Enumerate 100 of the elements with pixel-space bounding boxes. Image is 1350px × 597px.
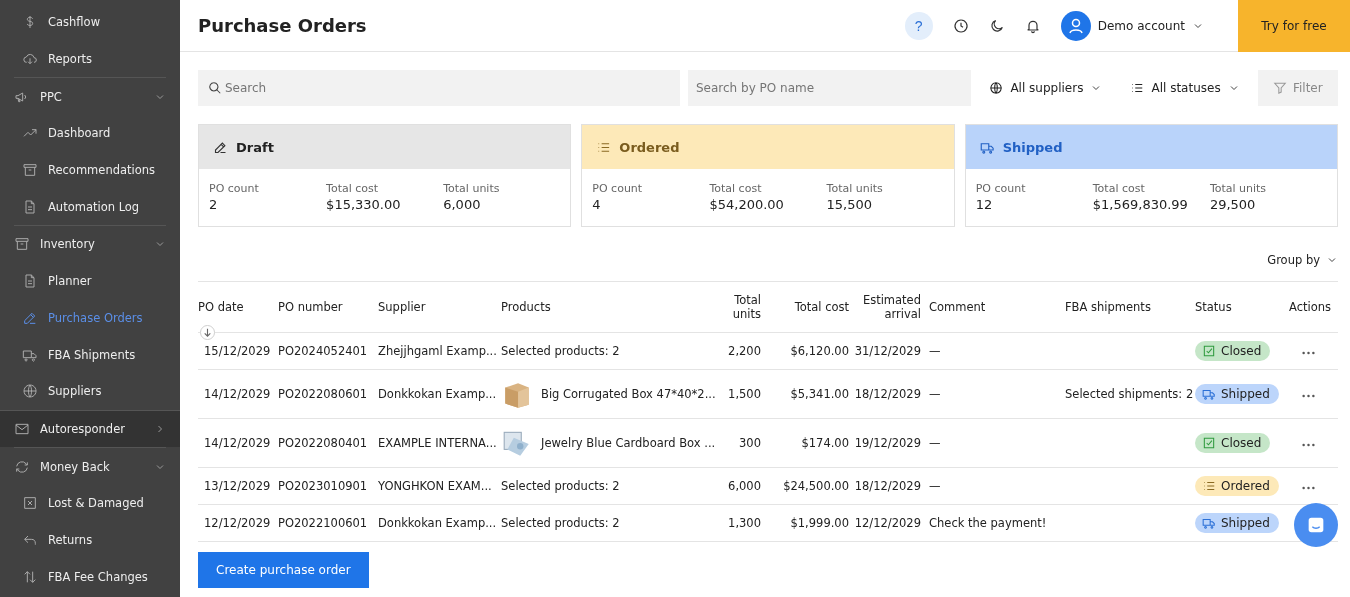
avatar-icon <box>1060 10 1091 41</box>
truck-icon <box>1202 387 1216 401</box>
nav-group[interactable]: Money Back <box>14 447 166 485</box>
suppliers-dropdown[interactable]: All suppliers <box>979 81 1113 95</box>
po-name-field[interactable]: Search by PO name <box>688 70 972 106</box>
table-cell-text: 1,300 <box>727 516 761 530</box>
create-order-button[interactable]: Create purchase order <box>198 551 369 588</box>
stat-label: Total cost <box>709 182 763 195</box>
table-cell-text: EXAMPLE INTERNA... <box>378 436 498 450</box>
table-cell-text: PO2022080401 <box>278 436 369 450</box>
stat-label: PO count <box>975 182 1027 195</box>
stat-label: Total cost <box>326 182 380 195</box>
table-cell-text: 6,000 <box>727 479 761 493</box>
nav-item[interactable]: Dashboard <box>0 115 180 152</box>
status-badge: Closed <box>1195 341 1271 361</box>
archive-icon <box>22 162 38 179</box>
nav-item[interactable]: Suppliers <box>0 372 180 410</box>
account-menu[interactable]: Demo account <box>1060 10 1204 41</box>
globe-icon <box>22 383 38 400</box>
stat-label: Total units <box>826 182 884 195</box>
table-cell-text: 2,200 <box>727 344 761 358</box>
table-cell-text: Donkkokan Examp... <box>378 387 498 401</box>
column-header[interactable]: Total cost <box>761 300 849 314</box>
nav-item[interactable]: FBA Fee Changes <box>0 558 180 595</box>
nav-item[interactable]: Recommendations <box>0 151 180 189</box>
card-title: Draft <box>236 139 274 155</box>
nav-item[interactable]: Planner <box>0 262 180 300</box>
table-cell-text: — <box>928 436 942 450</box>
nav-group[interactable]: PPC <box>14 77 166 116</box>
stat-value: 6,000 <box>443 197 482 212</box>
nav-item[interactable]: Reports <box>0 40 180 78</box>
moon-icon[interactable] <box>988 17 1005 34</box>
nav-item[interactable]: Cashflow <box>0 4 180 41</box>
column-header[interactable]: Comment <box>921 300 1065 314</box>
column-header[interactable]: Products <box>501 300 711 314</box>
funnel-icon <box>1272 81 1287 95</box>
stat-value: 29,500 <box>1209 197 1257 212</box>
more-icon[interactable] <box>1301 351 1315 355</box>
updown-icon <box>22 568 38 585</box>
sort-down-icon[interactable] <box>200 325 215 340</box>
table-cell-text: 13/12/2029 <box>203 479 272 493</box>
table-cell: Jewelry Blue Cardboard Box ... <box>541 436 716 450</box>
stat-label: PO count <box>209 182 260 195</box>
nav-item[interactable]: Lost & Damaged <box>0 484 180 522</box>
check-icon <box>1202 344 1216 358</box>
stat-value: 12 <box>975 197 994 212</box>
table-cell-text: 18/12/2029 <box>853 387 921 401</box>
status-badge: Shipped <box>1195 513 1279 533</box>
chat-button[interactable] <box>1294 503 1338 547</box>
table-cell-text: 15/12/2029 <box>203 344 272 358</box>
more-icon[interactable] <box>1301 394 1315 398</box>
table-cell-text: 12/12/2029 <box>203 516 272 530</box>
nav-group[interactable]: Autoresponder <box>0 409 180 448</box>
nav-item[interactable]: Returns <box>0 521 180 559</box>
stat-value: 15,500 <box>826 197 874 212</box>
column-header[interactable]: Estimated arrival <box>849 293 921 321</box>
edit-icon <box>213 139 228 155</box>
stat-label: Total cost <box>1092 182 1146 195</box>
table-cell-text: — <box>928 344 942 358</box>
list-icon <box>1130 81 1145 95</box>
table-cell-text: 14/12/2029 <box>203 436 272 450</box>
column-header[interactable]: PO date <box>198 300 278 314</box>
column-header[interactable]: Supplier <box>378 300 501 314</box>
table-cell-text: — <box>928 479 942 493</box>
nav-item[interactable]: Automation Log <box>0 188 180 226</box>
table-cell-text: 18/12/2029 <box>853 479 921 493</box>
status-badge: Ordered <box>1195 476 1279 496</box>
stat-value: $54,200.00 <box>709 197 785 212</box>
table-cell-text: $174.00 <box>800 436 849 450</box>
table-cell-text: 12/12/2029 <box>853 516 921 530</box>
more-icon[interactable] <box>1301 443 1315 447</box>
search-field[interactable]: Search <box>198 70 680 106</box>
table-cell-text: $5,341.00 <box>789 387 849 401</box>
column-header[interactable]: FBA shipments <box>1065 300 1195 314</box>
check-icon <box>1202 436 1216 450</box>
column-header[interactable]: Total units <box>711 293 761 321</box>
search-icon <box>208 81 222 95</box>
column-header[interactable]: Actions <box>1285 300 1335 314</box>
statuses-dropdown[interactable]: All statuses <box>1120 81 1250 95</box>
help-button[interactable]: ? <box>904 11 933 40</box>
group-by-dropdown[interactable]: Group by <box>1267 253 1338 267</box>
column-header[interactable]: PO number <box>278 300 378 314</box>
status-badge: Shipped <box>1195 384 1279 404</box>
archive-icon <box>14 236 30 253</box>
more-icon[interactable] <box>1301 486 1315 490</box>
nav-group[interactable]: Inventory <box>14 225 166 263</box>
table-cell-text: YONGHKON EXAM... <box>378 479 493 493</box>
globe-icon <box>989 81 1004 95</box>
stat-label: PO count <box>592 182 644 195</box>
clock-icon[interactable] <box>952 17 969 34</box>
table-cell: Selected products: 2 <box>501 479 620 493</box>
column-header[interactable]: Status <box>1195 300 1285 314</box>
table-cell-text: Donkkokan Examp... <box>378 516 498 530</box>
truck-icon <box>1202 516 1216 530</box>
table-cell-text: — <box>928 387 942 401</box>
doc-icon <box>22 198 38 215</box>
try-free-button[interactable]: Try for free <box>1238 0 1350 52</box>
nav-item[interactable]: FBA Shipments <box>0 336 180 373</box>
table-cell-text: $24,500.00 <box>782 479 849 493</box>
list-icon <box>1202 479 1216 493</box>
